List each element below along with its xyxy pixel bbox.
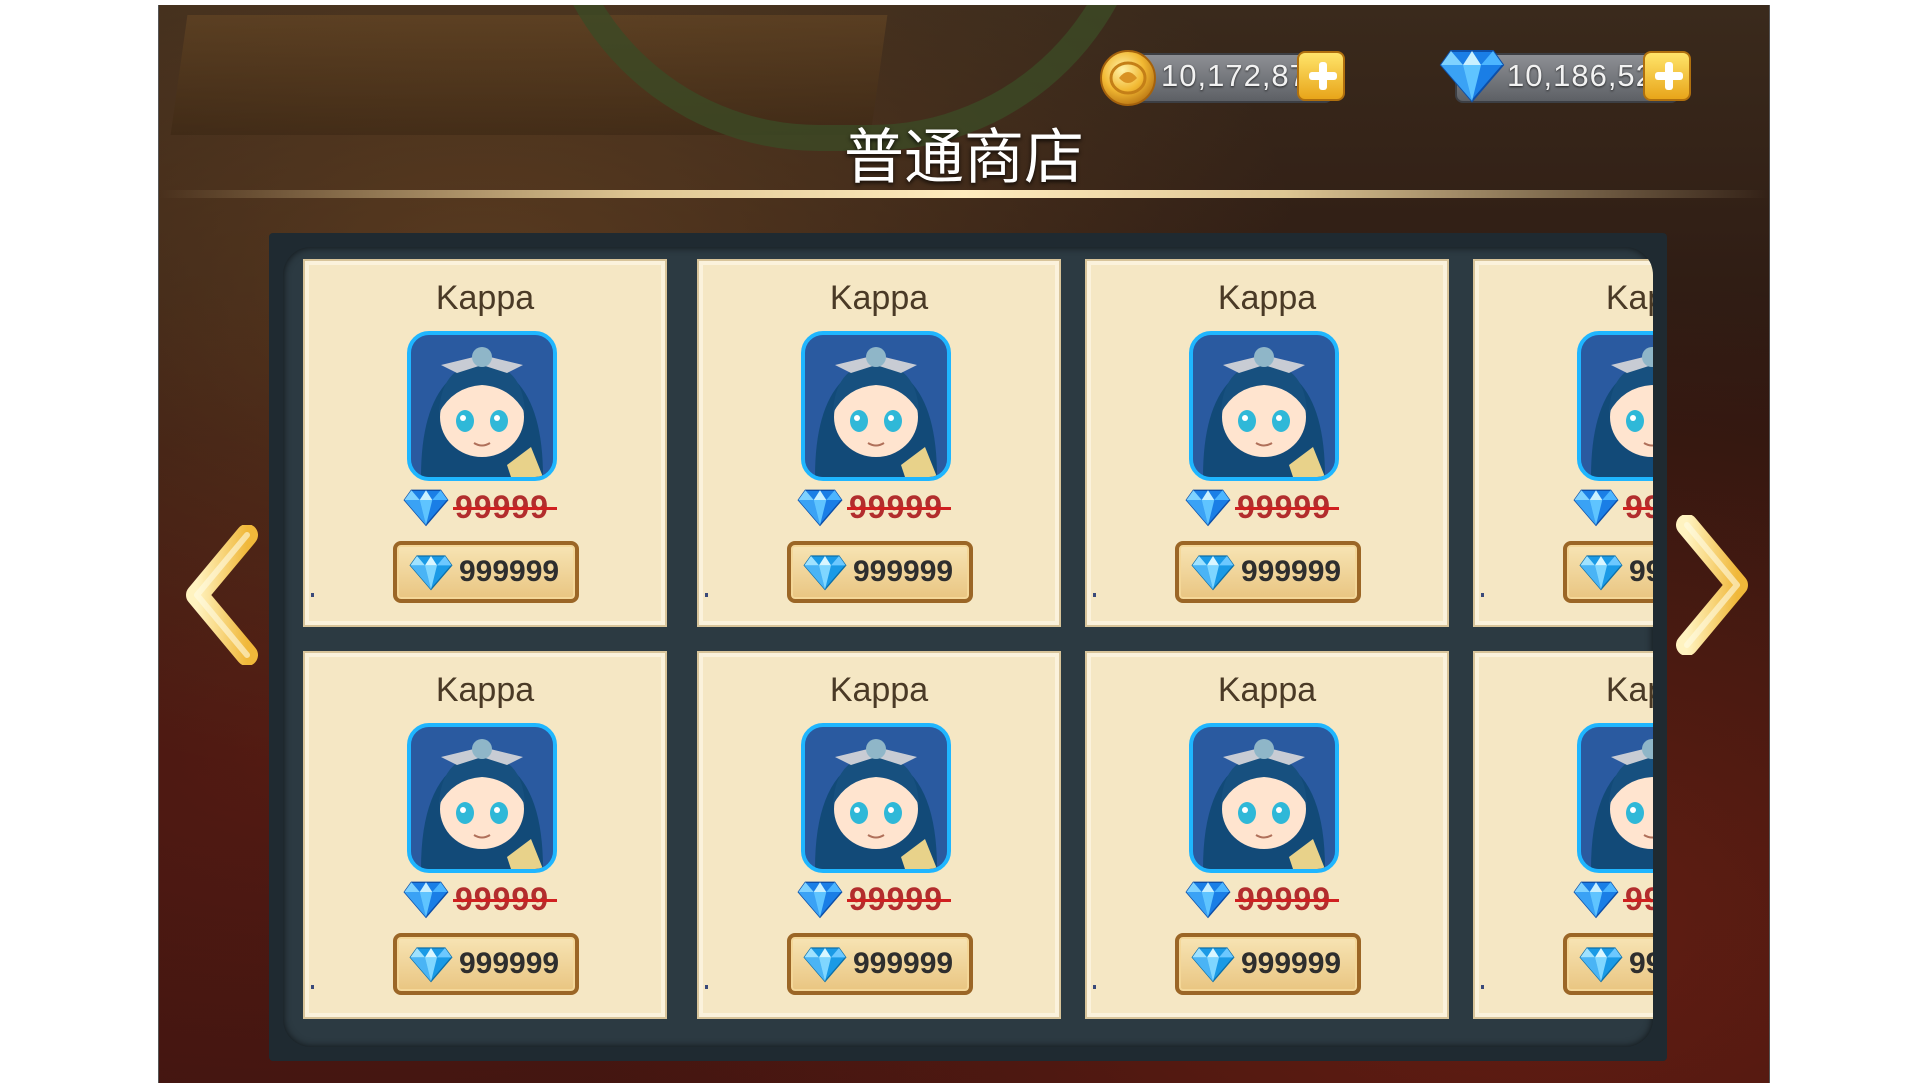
blue-gem-icon [403,879,449,923]
item-name: Kappa [829,671,929,709]
card-dot [1093,593,1096,597]
previous-page-button[interactable] [177,524,267,666]
card-dot [311,593,314,597]
card-dot [1481,985,1484,989]
blue-gem-icon [797,879,843,923]
blue-gem-icon [403,487,449,531]
card-dot [705,593,708,597]
chevron-right-icon [1676,514,1748,656]
shop-item-card[interactable]: Kappa [303,651,667,1019]
kappa-portrait-icon [407,331,557,481]
strikethrough-line [1623,899,1653,902]
price-value: 999999 [853,947,954,980]
kappa-portrait-icon [1577,331,1653,481]
blue-gem-icon [1573,487,1619,531]
shop-item-card[interactable]: Kappa [1473,651,1653,1019]
original-price: 99999 [1573,879,1653,919]
item-name: Kappa [829,279,929,317]
shop-panel: Kappa 99999 999999 Kappa 99999 999999 Ka… [269,233,1667,1061]
shop-item-card[interactable]: Kappa [1473,259,1653,627]
blue-gem-icon [803,945,847,987]
card-dot [705,985,708,989]
buy-button[interactable]: 999999 [787,933,973,995]
price-value: 999999 [1629,947,1653,980]
shop-item-card[interactable]: Kappa [1085,651,1449,1019]
shop-item-card[interactable]: Kappa [1085,259,1449,627]
strikethrough-line [1235,899,1339,902]
blue-gem-icon [1439,47,1505,107]
buy-button[interactable]: 999999 [1175,541,1361,603]
card-dot [1481,593,1484,597]
original-price: 99999 [1573,487,1653,527]
header-divider [159,190,1769,198]
original-price: 99999 [797,879,997,919]
item-name: Kappa [435,279,535,317]
next-page-button[interactable] [1667,514,1757,656]
blue-gem-icon [409,945,453,987]
strikethrough-line [453,507,557,510]
buy-button[interactable]: 999999 [393,541,579,603]
blue-gem-icon [1185,879,1231,923]
shop-title: 普通商店 [844,123,1084,193]
price-value: 999999 [1629,555,1653,588]
buy-button[interactable]: 999999 [393,933,579,995]
item-name: Kappa [1605,279,1653,317]
blue-gem-icon [1579,553,1623,595]
buy-button[interactable]: 999999 [1563,933,1653,995]
card-dot [311,985,314,989]
original-price: 99999 [797,487,997,527]
strikethrough-line [847,507,951,510]
price-value: 999999 [1241,947,1342,980]
blue-gem-icon [409,553,453,595]
price-value: 999999 [853,555,954,588]
price-value: 999999 [459,947,560,980]
kappa-portrait-icon [801,723,951,873]
original-price: 99999 [1185,487,1385,527]
shop-grid[interactable]: Kappa 99999 999999 Kappa 99999 999999 Ka… [283,247,1653,1047]
original-price: 99999 [1185,879,1385,919]
strikethrough-line [1623,507,1653,510]
gold-coin-icon [1099,45,1157,111]
blue-gem-icon [1573,879,1619,923]
strikethrough-line [453,899,557,902]
kappa-portrait-icon [1189,723,1339,873]
blue-gem-icon [797,487,843,531]
shop-item-card[interactable]: Kappa [697,651,1061,1019]
shop-item-card[interactable]: Kappa [303,259,667,627]
add-gold-button[interactable] [1297,51,1345,101]
item-name: Kappa [435,671,535,709]
blue-gem-icon [1191,945,1235,987]
kappa-portrait-icon [1189,331,1339,481]
price-value: 999999 [1241,555,1342,588]
item-name: Kappa [1605,671,1653,709]
original-price: 99999 [403,879,603,919]
gold-currency-bar: 10,172,876 [1100,50,1345,106]
item-name: Kappa [1217,279,1317,317]
buy-button[interactable]: 999999 [1563,541,1653,603]
card-dot [1093,985,1096,989]
gem-currency-bar: 10,186,527 [1439,50,1691,103]
kappa-portrait-icon [407,723,557,873]
add-gems-button[interactable] [1643,51,1691,101]
blue-gem-icon [1185,487,1231,531]
blue-gem-icon [803,553,847,595]
blue-gem-icon [1191,553,1235,595]
game-screen: 10,172,876 10,186,527 普通商店 Kappa 99999 9… [158,5,1770,1083]
shop-item-card[interactable]: Kappa [697,259,1061,627]
buy-button[interactable]: 999999 [1175,933,1361,995]
price-value: 999999 [459,555,560,588]
kappa-portrait-icon [1577,723,1653,873]
blue-gem-icon [1579,945,1623,987]
original-price: 99999 [403,487,603,527]
item-name: Kappa [1217,671,1317,709]
kappa-portrait-icon [801,331,951,481]
strikethrough-line [1235,507,1339,510]
strikethrough-line [847,899,951,902]
buy-button[interactable]: 999999 [787,541,973,603]
chevron-left-icon [186,524,258,666]
